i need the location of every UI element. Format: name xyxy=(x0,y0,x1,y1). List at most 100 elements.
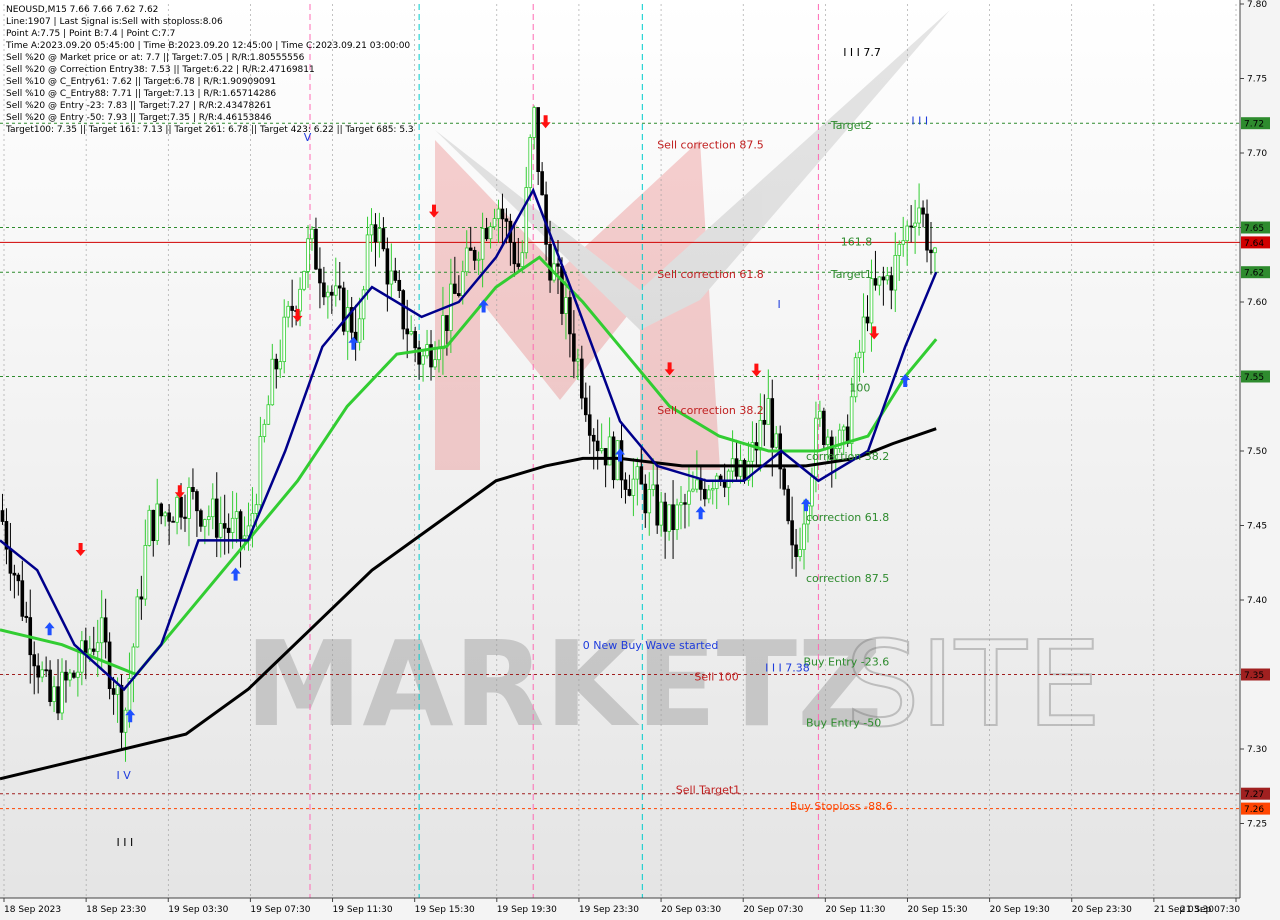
bear-candle xyxy=(504,218,509,222)
info-line: Target100: 7.35 || Target 161: 7.13 || T… xyxy=(5,125,414,135)
sell-arrow-icon xyxy=(174,485,185,499)
bear-candle xyxy=(44,669,48,672)
bull-candle xyxy=(230,517,235,533)
bull-candle xyxy=(302,271,306,290)
bull-candle xyxy=(306,238,310,272)
bull-candle xyxy=(885,275,890,281)
bull-candle xyxy=(52,686,56,703)
x-tick-label: 20 Sep 07:30 xyxy=(743,905,803,915)
price-badge-label: 7.65 xyxy=(1244,224,1264,234)
bear-candle xyxy=(226,527,231,533)
bull-candle xyxy=(80,640,84,673)
price-badge-label: 7.72 xyxy=(1244,120,1264,130)
bull-candle xyxy=(135,596,140,648)
bull-candle xyxy=(631,478,636,496)
bear-candle xyxy=(583,397,588,416)
bull-candle xyxy=(389,270,394,285)
bull-candle xyxy=(651,484,656,490)
bull-candle xyxy=(814,417,818,478)
chart-annotation: Buy Entry -50 xyxy=(806,717,881,730)
bull-candle xyxy=(691,488,695,492)
y-tick-label: 7.80 xyxy=(1247,0,1267,10)
bear-candle xyxy=(587,414,592,436)
bull-candle xyxy=(258,436,263,506)
x-tick-label: 20 Sep 03:30 xyxy=(661,905,721,915)
bear-candle xyxy=(540,171,544,196)
bull-candle xyxy=(210,498,215,518)
bull-candle xyxy=(460,271,465,297)
bear-candle xyxy=(385,248,390,285)
y-tick-label: 7.40 xyxy=(1247,596,1267,606)
bull-candle xyxy=(564,297,568,314)
y-tick-label: 7.30 xyxy=(1247,745,1267,755)
bull-candle xyxy=(437,348,441,361)
bull-candle xyxy=(464,247,469,273)
bear-candle xyxy=(536,107,540,173)
bear-candle xyxy=(790,520,794,546)
bull-candle xyxy=(524,187,529,254)
bull-candle xyxy=(68,672,72,681)
bear-candle xyxy=(199,510,203,527)
bear-candle xyxy=(472,249,477,261)
bear-candle xyxy=(397,279,402,292)
x-tick-label: 20 Sep 15:30 xyxy=(907,905,967,915)
bull-candle xyxy=(659,501,663,526)
bull-candle xyxy=(667,504,671,532)
bull-candle xyxy=(877,276,882,286)
bear-candle xyxy=(639,466,644,485)
bull-candle xyxy=(849,396,854,444)
y-tick-label: 7.60 xyxy=(1247,298,1267,308)
bull-candle xyxy=(679,502,683,506)
bull-candle xyxy=(933,247,937,254)
bull-candle xyxy=(599,448,604,452)
bear-candle xyxy=(921,207,925,215)
bull-candle xyxy=(218,523,223,538)
bull-candle xyxy=(758,419,763,451)
bear-candle xyxy=(643,483,648,514)
info-line: Point A:7.75 | Point B:7.4 | Point C:7.7 xyxy=(6,29,175,39)
symbol-line: NEOUSD,M15 7.66 7.66 7.62 7.62 xyxy=(6,5,158,15)
chart-annotation: I I I xyxy=(911,115,928,128)
bull-candle xyxy=(897,243,902,256)
bull-candle xyxy=(270,358,275,406)
bull-candle xyxy=(286,305,290,318)
bull-candle xyxy=(710,488,715,491)
bull-candle xyxy=(476,258,481,261)
bear-candle xyxy=(171,520,175,523)
bull-candle xyxy=(647,489,652,514)
chart-annotation: Sell Target1 xyxy=(676,784,740,797)
chart-annotation: Buy Stoploss -88.6 xyxy=(790,800,893,813)
price-chart[interactable]: MARKETZSITE Sell correction 87.5 Sell corr… xyxy=(0,0,1280,920)
bear-candle xyxy=(72,672,76,678)
bull-candle xyxy=(695,479,699,490)
bull-candle xyxy=(802,523,806,550)
bear-candle xyxy=(222,523,227,529)
chart-annotation: Sell correction 87.5 xyxy=(657,139,764,152)
info-line: Time A:2023.09.20 05:45:00 | Time B:2023… xyxy=(5,41,410,51)
bull-candle xyxy=(738,459,743,477)
bear-candle xyxy=(314,228,318,270)
bull-candle xyxy=(635,466,640,480)
bear-candle xyxy=(873,278,878,286)
bear-candle xyxy=(191,487,195,492)
bull-candle xyxy=(480,228,485,260)
chart-annotation: I I I 7.7 xyxy=(843,46,881,59)
bull-candle xyxy=(893,255,898,291)
x-tick-label: 19 Sep 11:30 xyxy=(333,905,393,915)
bull-candle xyxy=(714,475,719,489)
bull-candle xyxy=(207,516,211,520)
bull-candle xyxy=(421,355,425,365)
bear-candle xyxy=(445,315,449,331)
bear-candle xyxy=(393,270,398,281)
bull-candle xyxy=(488,226,493,240)
x-tick-label: 18 Sep 23:30 xyxy=(86,905,146,915)
bull-candle xyxy=(726,470,731,488)
bear-candle xyxy=(159,503,164,517)
bull-candle xyxy=(857,351,862,359)
x-tick-label: 19 Sep 19:30 xyxy=(497,905,557,915)
bear-candle xyxy=(484,228,489,240)
bear-candle xyxy=(889,275,894,291)
chart-annotation: correction 87.5 xyxy=(806,572,889,585)
bull-candle xyxy=(818,410,822,419)
bear-candle xyxy=(238,511,243,540)
